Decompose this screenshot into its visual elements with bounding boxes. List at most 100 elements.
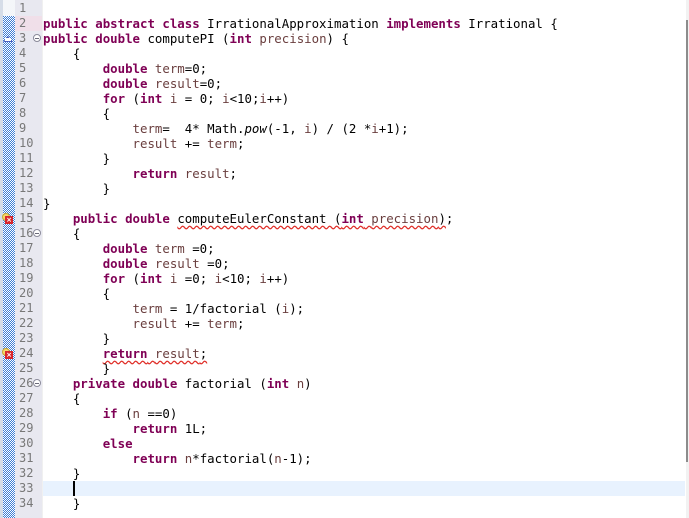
code-text-area[interactable]: } bbox=[43, 331, 685, 346]
code-text-area[interactable]: double result =0; bbox=[43, 256, 685, 271]
code-text-area[interactable]: { bbox=[43, 391, 685, 406]
code-text: { bbox=[43, 286, 110, 301]
code-token: ( bbox=[125, 91, 140, 106]
code-text-area[interactable]: } bbox=[43, 181, 685, 196]
variable-token: term bbox=[154, 61, 185, 76]
code-line[interactable]: 18 double result =0; bbox=[0, 256, 689, 271]
code-line[interactable]: 8 { bbox=[0, 106, 689, 121]
code-text-area[interactable]: result += term; bbox=[43, 136, 685, 151]
code-line[interactable]: 23 } bbox=[0, 331, 689, 346]
code-text-area[interactable]: { bbox=[43, 226, 685, 241]
code-line[interactable]: 27 { bbox=[0, 391, 689, 406]
code-line[interactable]: 32 } bbox=[0, 466, 689, 481]
code-text-area[interactable]: double result=0; bbox=[43, 76, 685, 91]
code-line[interactable]: 3 public double computePI (int precision)… bbox=[0, 31, 689, 46]
code-text: return result; bbox=[43, 346, 207, 361]
code-text-area[interactable]: return result; bbox=[43, 346, 685, 361]
code-text-area[interactable]: { bbox=[43, 286, 685, 301]
code-text: double term=0; bbox=[43, 61, 207, 76]
collapse-fold-icon[interactable] bbox=[33, 379, 41, 387]
java-code-editor[interactable]: 1 2 public abstract class IrrationalApprox… bbox=[0, 0, 689, 518]
code-line[interactable]: 6 double result=0; bbox=[0, 76, 689, 91]
code-text-area[interactable]: term = 1/factorial (i); bbox=[43, 301, 685, 316]
keyword-token: int bbox=[341, 211, 364, 226]
collapse-fold-icon[interactable] bbox=[33, 229, 41, 237]
variable-token: result bbox=[154, 76, 200, 91]
code-line[interactable]: 19 for (int i =0; i<10; i++) bbox=[0, 271, 689, 286]
keyword-token: return bbox=[132, 421, 178, 436]
code-text-area[interactable]: public abstract class IrrationalApproxim… bbox=[43, 16, 685, 31]
code-line[interactable]: 13 } bbox=[0, 181, 689, 196]
code-text-area[interactable]: double term =0; bbox=[43, 241, 685, 256]
line-number: 5 bbox=[19, 61, 27, 75]
code-line[interactable]: 25 } bbox=[0, 361, 689, 376]
code-text-area[interactable]: double term=0; bbox=[43, 61, 685, 76]
code-line[interactable]: 10 result += term; bbox=[0, 136, 689, 151]
code-text-area[interactable]: return n*factorial(n-1); bbox=[43, 451, 685, 466]
code-text-area[interactable]: { bbox=[43, 46, 685, 61]
code-text-area[interactable]: private double factorial (int n) bbox=[43, 376, 685, 391]
code-line[interactable]: 15 × public double computeEulerConstant (… bbox=[0, 211, 689, 226]
code-line[interactable]: 11 } bbox=[0, 151, 689, 166]
code-line[interactable]: 30 else bbox=[0, 436, 689, 451]
code-text-area[interactable]: } bbox=[43, 361, 685, 376]
code-text-area[interactable]: for (int i = 0; i<10;i++) bbox=[43, 91, 685, 106]
error-quickfix-icon[interactable]: × bbox=[2, 213, 13, 224]
code-line[interactable]: 16 { bbox=[0, 226, 689, 241]
code-text-area[interactable]: term= 4* Math.pow(-1, i) / (2 *i+1); bbox=[43, 121, 685, 136]
line-number: 25 bbox=[19, 361, 34, 375]
code-token: ; bbox=[229, 166, 237, 181]
implements-method-icon[interactable] bbox=[3, 36, 13, 42]
code-text-area[interactable]: } bbox=[43, 151, 685, 166]
code-line[interactable]: 33 bbox=[0, 481, 689, 496]
code-line[interactable]: 2 public abstract class IrrationalApproxi… bbox=[0, 16, 689, 31]
code-text-area[interactable]: return result; bbox=[43, 166, 685, 181]
line-number: 29 bbox=[19, 421, 34, 435]
code-token: pow bbox=[244, 121, 267, 136]
code-line[interactable]: 5 double term=0; bbox=[0, 61, 689, 76]
code-text-area[interactable]: } bbox=[43, 496, 685, 511]
keyword-token: double bbox=[102, 76, 148, 91]
code-text-area[interactable]: } bbox=[43, 466, 685, 481]
code-text-area[interactable]: result += term; bbox=[43, 316, 685, 331]
collapse-fold-icon[interactable] bbox=[33, 34, 41, 42]
error-quickfix-icon[interactable]: × bbox=[2, 348, 13, 359]
code-line[interactable]: 22 result += term; bbox=[0, 316, 689, 331]
code-token: ) / (2 * bbox=[311, 121, 372, 136]
code-line[interactable]: 1 bbox=[0, 1, 689, 16]
code-token: ) bbox=[304, 376, 312, 391]
code-line[interactable]: 4 { bbox=[0, 46, 689, 61]
variable-token: n bbox=[132, 406, 140, 421]
code-text-area[interactable]: public double computeEulerConstant (int … bbox=[43, 211, 685, 226]
code-line[interactable]: 21 term = 1/factorial (i); bbox=[0, 301, 689, 316]
code-line[interactable]: 12 return result; bbox=[0, 166, 689, 181]
code-line[interactable]: 14} bbox=[0, 196, 689, 211]
code-text-area[interactable]: } bbox=[43, 196, 685, 211]
code-line[interactable]: 26 private double factorial (int n) bbox=[0, 376, 689, 391]
code-text-area[interactable]: for (int i =0; i<10; i++) bbox=[43, 271, 685, 286]
code-text-area[interactable]: public double computePI (int precision) … bbox=[43, 31, 685, 46]
code-line[interactable]: 29 return 1L; bbox=[0, 421, 689, 436]
code-text-area[interactable] bbox=[43, 1, 685, 16]
code-token: factorial ( bbox=[177, 376, 267, 391]
code-text-area[interactable]: { bbox=[43, 106, 685, 121]
code-line[interactable]: 24 × return result; bbox=[0, 346, 689, 361]
code-line[interactable]: 9 term= 4* Math.pow(-1, i) / (2 *i+1); bbox=[0, 121, 689, 136]
code-text-area[interactable]: return 1L; bbox=[43, 421, 685, 436]
code-line[interactable]: 31 return n*factorial(n-1); bbox=[0, 451, 689, 466]
code-line[interactable]: 28 if (n ==0) bbox=[0, 406, 689, 421]
code-text: for (int i = 0; i<10;i++) bbox=[43, 91, 290, 106]
code-line[interactable]: 7 for (int i = 0; i<10;i++) bbox=[0, 91, 689, 106]
code-line[interactable]: 17 double term =0; bbox=[0, 241, 689, 256]
keyword-token: for bbox=[102, 91, 126, 106]
code-token: { bbox=[43, 46, 81, 61]
code-lines[interactable]: 1 2 public abstract class IrrationalApprox… bbox=[0, 1, 689, 511]
vertical-scrollbar-thumb[interactable] bbox=[686, 20, 688, 462]
code-text-area[interactable]: else bbox=[43, 436, 685, 451]
code-text-area[interactable]: if (n ==0) bbox=[43, 406, 685, 421]
code-text-area[interactable] bbox=[43, 481, 685, 496]
code-line[interactable]: 34 } bbox=[0, 496, 689, 511]
code-line[interactable]: 20 { bbox=[0, 286, 689, 301]
